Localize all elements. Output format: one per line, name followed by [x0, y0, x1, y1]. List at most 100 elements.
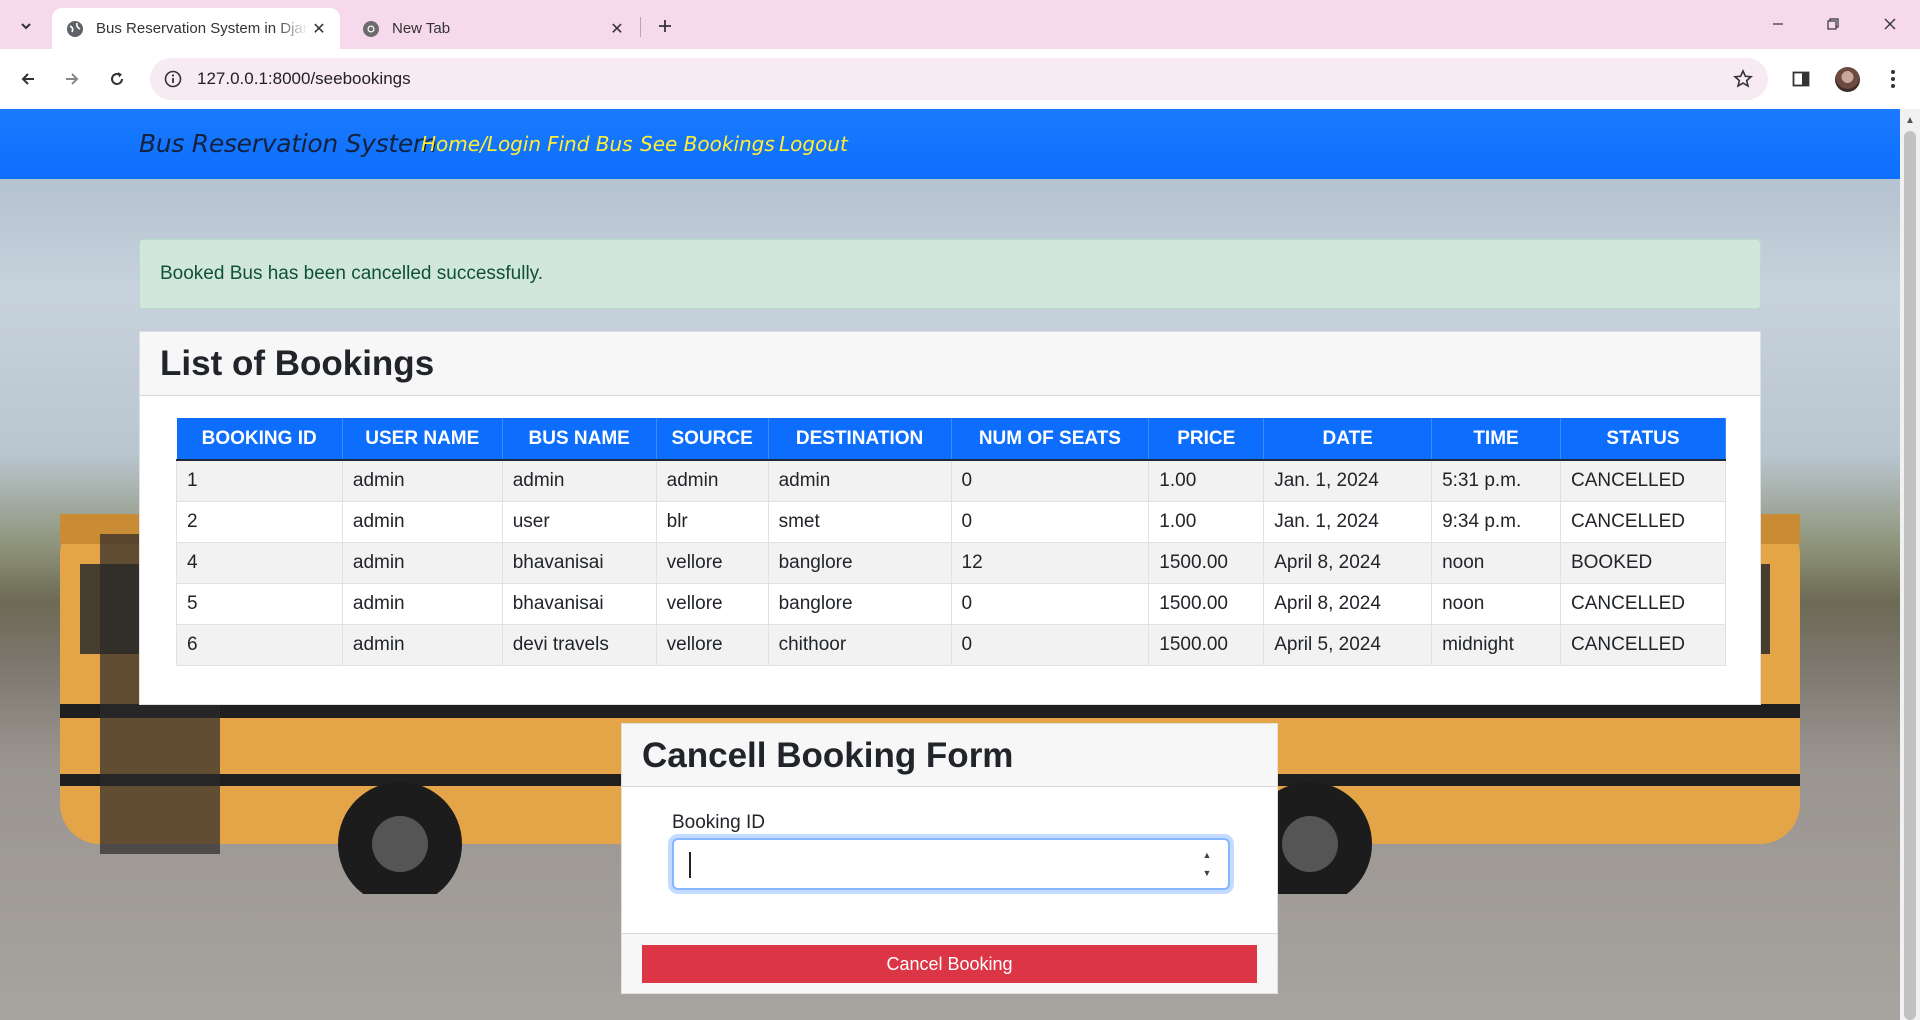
column-header: PRICE — [1148, 418, 1265, 461]
table-cell: admin — [342, 501, 503, 543]
side-panel-icon — [1792, 71, 1810, 87]
nav-logout[interactable]: Logout — [779, 132, 848, 156]
minimize-button[interactable] — [1754, 8, 1802, 40]
scrollbar-thumb[interactable] — [1904, 131, 1916, 1020]
alert-message: Booked Bus has been cancelled successful… — [160, 263, 544, 284]
nav-see-bookings[interactable]: See Bookings — [640, 132, 775, 156]
kebab-menu-icon — [1891, 70, 1895, 88]
table-cell: Jan. 1, 2024 — [1263, 460, 1433, 502]
nav-find-bus[interactable]: Find Bus — [547, 132, 633, 156]
table-cell: midnight — [1431, 624, 1561, 666]
table-cell: admin — [502, 460, 657, 502]
table-cell: banglore — [768, 583, 952, 625]
brand-title[interactable]: Bus Reservation System — [139, 129, 437, 158]
restore-button[interactable] — [1809, 8, 1857, 40]
site-info-icon[interactable] — [162, 68, 184, 90]
table-cell: noon — [1431, 542, 1561, 584]
close-tab-icon[interactable]: ✕ — [606, 18, 628, 40]
url-text: 127.0.0.1:8000/seebookings — [197, 69, 411, 88]
scroll-up-icon[interactable]: ▲ — [1905, 115, 1915, 126]
table-cell: April 8, 2024 — [1263, 583, 1433, 625]
table-cell: vellore — [656, 624, 769, 666]
table-cell: 1500.00 — [1148, 583, 1265, 625]
tab-title: Bus Reservation System in Djan — [96, 20, 308, 37]
table-cell: vellore — [656, 542, 769, 584]
cancel-booking-button[interactable]: Cancel Booking — [642, 945, 1257, 983]
table-cell: 1 — [176, 460, 343, 502]
table-cell: BOOKED — [1560, 542, 1727, 584]
table-cell: 1500.00 — [1148, 542, 1265, 584]
chrome-icon — [363, 20, 379, 37]
column-header: TIME — [1431, 418, 1561, 461]
back-button[interactable] — [12, 63, 44, 95]
table-cell: Jan. 1, 2024 — [1263, 501, 1433, 543]
cancel-form-title: Cancell Booking Form — [622, 724, 1277, 787]
table-cell: blr — [656, 501, 769, 543]
side-panel-button[interactable] — [1785, 63, 1817, 95]
profile-button[interactable] — [1831, 63, 1863, 95]
chevron-down-icon — [20, 22, 31, 29]
arrow-right-icon — [66, 73, 79, 85]
forward-button[interactable] — [56, 63, 88, 95]
column-header: NUM OF SEATS — [951, 418, 1150, 461]
table-cell: admin — [656, 460, 769, 502]
number-spinner[interactable]: ▲ ▼ — [1200, 850, 1214, 878]
spinner-up-icon[interactable]: ▲ — [1203, 850, 1212, 860]
table-cell: April 5, 2024 — [1263, 624, 1433, 666]
avatar — [1834, 66, 1860, 92]
table-cell: devi travels — [502, 624, 657, 666]
close-icon — [1884, 18, 1896, 30]
table-cell: bhavanisai — [502, 542, 657, 584]
table-cell: admin — [342, 542, 503, 584]
table-row: 4 admin bhavanisai vellore banglore 12 1500.00… — [176, 542, 1727, 584]
table-cell: 9:34 p.m. — [1431, 501, 1561, 543]
reload-button[interactable] — [101, 63, 133, 95]
table-cell: vellore — [656, 583, 769, 625]
browser-tab-bar: Bus Reservation System in Djan ✕ New Tab… — [0, 0, 1920, 49]
table-cell: 4 — [176, 542, 343, 584]
column-header: BUS NAME — [502, 418, 657, 461]
table-cell: user — [502, 501, 657, 543]
table-cell: 0 — [951, 624, 1150, 666]
table-cell: CANCELLED — [1560, 583, 1727, 625]
success-alert: Booked Bus has been cancelled successful… — [139, 239, 1761, 309]
booking-id-input[interactable]: ▲ ▼ — [672, 838, 1230, 890]
table-row: 1 admin admin admin admin 0 1.00 Jan. 1, 2024 5:… — [176, 460, 1727, 502]
table-row: 6 admin devi travels vellore chithoor 0 1500.0… — [176, 624, 1727, 666]
table-cell: 1500.00 — [1148, 624, 1265, 666]
close-window-button[interactable] — [1866, 8, 1914, 40]
column-header: DESTINATION — [768, 418, 952, 461]
spinner-down-icon[interactable]: ▼ — [1203, 868, 1212, 878]
table-cell: bhavanisai — [502, 583, 657, 625]
table-cell: chithoor — [768, 624, 952, 666]
close-tab-icon[interactable]: ✕ — [308, 18, 330, 40]
table-cell: admin — [768, 460, 952, 502]
page-scrollbar[interactable]: ▲ — [1900, 109, 1920, 1020]
table-cell: CANCELLED — [1560, 624, 1727, 666]
table-cell: 5 — [176, 583, 343, 625]
minimize-icon — [1773, 23, 1783, 25]
address-bar[interactable]: 127.0.0.1:8000/seebookings — [150, 58, 1768, 100]
bookings-card: List of Bookings BOOKING ID USER NAME BUS … — [139, 331, 1761, 705]
table-cell: admin — [342, 460, 503, 502]
column-header: STATUS — [1560, 418, 1727, 461]
tab-new-tab[interactable]: New Tab ✕ — [348, 8, 638, 49]
table-cell: CANCELLED — [1560, 501, 1727, 543]
table-row: 2 admin user blr smet 0 1.00 Jan. 1, 2024 9:34 p… — [176, 501, 1727, 543]
table-cell: smet — [768, 501, 952, 543]
browser-menu-button[interactable] — [1877, 63, 1909, 95]
bookmark-star-icon[interactable] — [1732, 68, 1754, 90]
new-tab-button[interactable] — [651, 12, 679, 40]
table-cell: 0 — [951, 460, 1150, 502]
tab-bus-reservation[interactable]: Bus Reservation System in Djan ✕ — [52, 8, 340, 49]
table-cell: 0 — [951, 501, 1150, 543]
table-cell: admin — [342, 583, 503, 625]
globe-icon — [67, 20, 83, 37]
tab-separator — [640, 17, 641, 37]
tab-search-button[interactable] — [12, 12, 39, 39]
nav-home-login[interactable]: Home/Login — [421, 132, 541, 156]
tab-title: New Tab — [392, 20, 451, 37]
cancel-booking-card: Cancell Booking Form Booking ID ▲ ▼ Canc… — [621, 723, 1278, 994]
booking-id-label: Booking ID — [672, 812, 765, 833]
table-header-row: BOOKING ID USER NAME BUS NAME SOURCE DESTINA… — [176, 418, 1727, 461]
